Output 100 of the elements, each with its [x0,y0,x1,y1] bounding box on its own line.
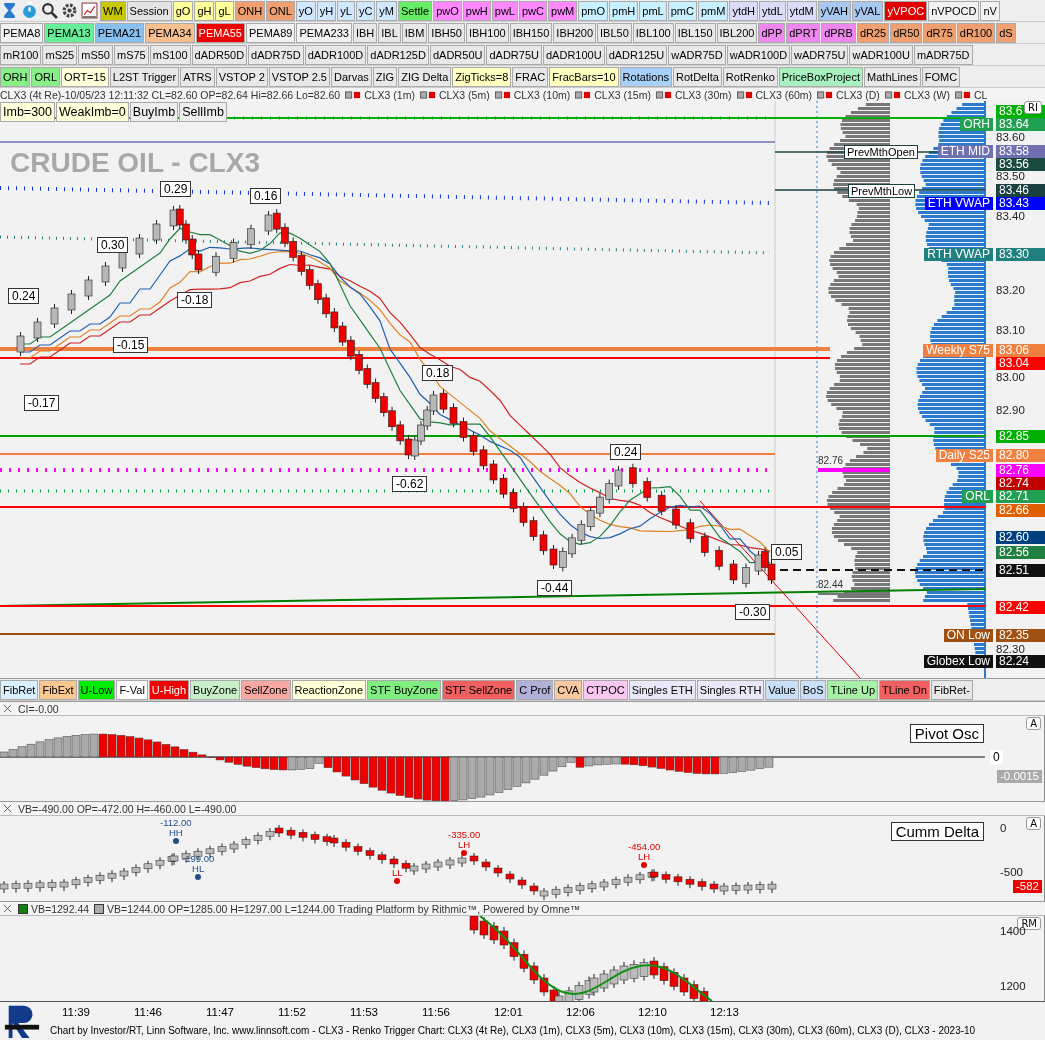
study-button[interactable]: SellZone [241,679,291,700]
toolbar-button[interactable]: IBH [352,22,378,43]
toolbar-button[interactable]: Session [126,0,172,21]
toolbar-button[interactable]: yO [295,0,316,21]
toolbar-button[interactable]: L2ST Trigger [109,66,180,87]
toolbar-button[interactable]: PEMA21 [94,22,145,43]
toolbar-button[interactable]: IBH200 [553,22,597,43]
toolbar-button[interactable]: pmM [697,0,729,21]
toolbar-button[interactable]: mS50 [78,44,113,65]
study-button[interactable]: STF BuyZone [367,679,441,700]
toolbar-button[interactable]: PEMA13 [44,22,94,43]
toolbar-button[interactable]: pwM [548,0,578,21]
toolbar-button[interactable]: FRAC [512,66,549,87]
toolbar-button[interactable]: dPRB [821,22,856,43]
toolbar-button[interactable]: ZigTicks=8 [452,66,512,87]
toolbar-button[interactable]: PEMA55 [195,22,245,43]
imbalance-button[interactable]: SellImb [179,102,227,122]
toolbar-button[interactable]: wADR100D [726,44,791,65]
toolbar-button[interactable]: ytdL [759,0,786,21]
toolbar-button[interactable]: mS100 [149,44,191,65]
study-button[interactable]: CVA [554,679,583,700]
study-button[interactable]: FibRet- [930,679,973,700]
scale-button[interactable]: A [1026,817,1041,830]
toolbar-button[interactable]: dR75 [923,22,956,43]
toolbar-button[interactable]: PEMA34 [145,22,195,43]
toolbar-button[interactable]: wADR75U [791,44,849,65]
toolbar-button[interactable]: gO [172,0,194,21]
toolbar-button[interactable]: Darvas [331,66,372,87]
toolbar-button[interactable]: yL [337,0,355,21]
study-button[interactable]: FibRet [0,679,39,700]
toolbar-button[interactable]: IBL [378,22,401,43]
toolbar-button[interactable]: gH [194,0,215,21]
toolbar-button[interactable]: dS [996,22,1016,43]
toolbar-button[interactable]: Settle [398,0,433,21]
study-button[interactable]: FibExt [39,679,77,700]
toolbar-button[interactable]: RotDelta [673,66,722,87]
toolbar-button[interactable]: nVPOCD [928,0,980,21]
toolbar-button[interactable]: pmO [578,0,609,21]
toolbar-button[interactable]: dADR100U [543,44,605,65]
toolbar-button[interactable]: ATRS [180,66,215,87]
toolbar-button[interactable]: dADR50U [429,44,486,65]
toolbar-button[interactable]: dADR75U [486,44,542,65]
toolbar-button[interactable]: ORT=15 [61,66,109,87]
toolbar-button[interactable]: VSTOP 2 [215,66,268,87]
toolbar-button[interactable]: yVAL [852,0,884,21]
toolbar-button[interactable]: dADR125U [605,44,668,65]
toolbar-button[interactable]: IBH100 [465,22,509,43]
toolbar-button[interactable]: VSTOP 2.5 [268,66,330,87]
study-button[interactable]: BoS [799,679,827,700]
toolbar-button[interactable]: pmL [639,0,667,21]
toolbar-button[interactable]: dR25 [856,22,890,43]
toolbar-button[interactable]: yC [355,0,376,21]
toolbar-button[interactable]: pwO [433,0,462,21]
toolbar-button[interactable]: ZIG [372,66,398,87]
toolbar-button[interactable]: ORH [0,66,31,87]
toolbar-button[interactable]: WM [100,0,126,21]
study-button[interactable]: BuyZone [190,679,241,700]
study-button[interactable]: U-Low [77,679,116,700]
toolbar-button[interactable]: Rotations [619,66,673,87]
study-button[interactable]: ReactionZone [291,679,367,700]
toolbar-button[interactable]: ONH [234,0,266,21]
toolbar-button[interactable]: PEMA89 [246,22,296,43]
toolbar-button[interactable]: pwH [462,0,491,21]
toolbar-button[interactable]: dADR100D [304,44,367,65]
study-button[interactable]: Singles ETH [628,679,696,700]
toolbar-button[interactable]: pmC [667,0,697,21]
toolbar-button[interactable]: pmH [609,0,639,21]
study-button[interactable]: TLine Up [827,679,879,700]
toolbar-button[interactable]: yM [376,0,398,21]
imbalance-button[interactable]: WeakImb=0 [56,102,129,122]
toolbar-button[interactable]: IBM [401,22,428,43]
study-button[interactable]: CTPOC [583,679,628,700]
toolbar-button[interactable]: dPP [758,22,786,43]
scale-button[interactable]: RI [1024,101,1042,114]
toolbar-button[interactable]: wADR100U [849,44,913,65]
imbalance-button[interactable]: Imb=300 [0,102,55,122]
toolbar-button[interactable]: IBH50 [428,22,465,43]
toolbar-button[interactable]: gL [215,0,234,21]
toolbar-button[interactable]: PEMA8 [0,22,44,43]
toolbar-button[interactable]: dADR125D [367,44,429,65]
toolbar-button[interactable]: RotRenko [722,66,778,87]
toolbar-button[interactable]: dADR50D [191,44,248,65]
toolbar-button[interactable]: pwC [519,0,547,21]
study-button[interactable]: U-High [148,679,190,700]
toolbar-button[interactable]: yVAH [817,0,851,21]
scale-button[interactable]: A [1026,717,1041,730]
toolbar-button[interactable]: FracBars=10 [549,66,619,87]
toolbar-button[interactable]: IBL150 [674,22,716,43]
toolbar-button[interactable]: dR100 [956,22,996,43]
study-button[interactable]: Value [765,679,799,700]
study-button[interactable]: Singles RTH [696,679,765,700]
toolbar-button[interactable]: mS25 [42,44,78,65]
toolbar-button[interactable]: IBL200 [716,22,758,43]
toolbar-button[interactable]: ytdH [729,0,759,21]
toolbar-button[interactable]: PriceBoxProject [778,66,864,87]
study-button[interactable]: STF SellZone [441,679,516,700]
toolbar-button[interactable]: MathLines [864,66,921,87]
toolbar-button[interactable]: ZIG Delta [398,66,452,87]
toolbar-button[interactable]: yH [316,0,337,21]
toolbar-button[interactable]: mS75 [113,44,149,65]
